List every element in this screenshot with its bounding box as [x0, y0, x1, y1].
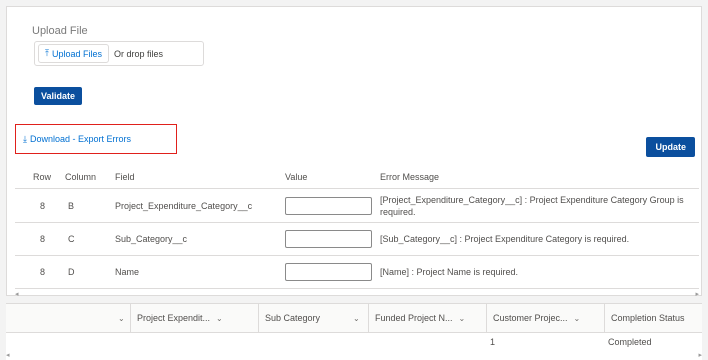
field-name: Sub_Category__c [115, 234, 188, 244]
chevron-down-icon[interactable]: ⌄ [106, 304, 125, 332]
row-number: 8 [40, 201, 46, 211]
error-table-header: Row Column Field Value Error Message [15, 165, 699, 189]
upload-files-button[interactable]: ⤒ Upload Files [38, 44, 110, 63]
scroll-left-icon[interactable]: ◂ [6, 351, 10, 359]
header-value: Value [285, 171, 308, 182]
download-icon: ⤓ [23, 133, 27, 144]
upload-file-label: Upload File [32, 25, 88, 37]
column-header-completion-status[interactable]: Completion Status [604, 304, 702, 332]
upload-icon: ⤒ [45, 48, 49, 58]
value-cell [285, 256, 372, 288]
column-header-label: Sub Category [265, 313, 321, 323]
error-message: [Sub_Category__c] : Project Expenditure … [380, 234, 630, 244]
table-row: 8 B Project_Expenditure_Category__c [Pro… [15, 190, 699, 223]
header-row: Row [33, 171, 52, 182]
value-cell [285, 190, 372, 222]
import-card: Upload File ⤒ Upload Files Or drop files… [6, 6, 702, 298]
column-letter: B [68, 201, 75, 211]
header-error-message: Error Message [380, 171, 440, 182]
column-letter: D [68, 267, 75, 277]
column-header-label: Project Expendit... [137, 313, 211, 323]
chevron-down-icon[interactable]: ⌄ [341, 304, 360, 332]
column-header-project-expenditure[interactable]: Project Expendit... ⌄ [130, 304, 258, 332]
chevron-down-icon[interactable]: ⌄ [459, 314, 466, 323]
row-number: 8 [40, 267, 46, 277]
value-cell [285, 223, 372, 255]
column-header-label: Completion Status [611, 313, 685, 323]
column-header-funded-project[interactable]: Funded Project N... ⌄ [368, 304, 486, 332]
table-row: 8 C Sub_Category__c [Sub_Category__c] : … [15, 223, 699, 256]
field-name: Project_Expenditure_Category__c [115, 201, 253, 211]
value-input[interactable] [285, 263, 372, 281]
chevron-down-icon[interactable]: ⌄ [574, 314, 581, 323]
customer-project-value: 1 [490, 337, 496, 347]
row-number: 8 [40, 234, 46, 244]
validate-button[interactable]: Validate [34, 87, 83, 105]
field-name: Name [115, 267, 140, 277]
file-dropzone[interactable]: ⤒ Upload Files Or drop files [34, 41, 204, 66]
column-header-customer-project[interactable]: Customer Projec... ⌄ [486, 304, 604, 332]
header-column: Column [65, 171, 97, 182]
chevron-down-icon[interactable]: ⌄ [216, 314, 223, 323]
data-grid-header: ⌄ Project Expendit... ⌄ Sub Category ⌄ F… [6, 303, 702, 333]
header-field: Field [115, 171, 135, 182]
scroll-right-icon[interactable]: ▸ [695, 290, 699, 298]
update-button[interactable]: Update [646, 137, 695, 157]
error-message: [Name] : Project Name is required. [380, 267, 519, 277]
completion-status-value: Completed [608, 337, 652, 347]
download-export-errors-link[interactable]: ⤓ Download - Export Errors [15, 124, 177, 154]
error-message: [Project_Expenditure_Category__c] : Proj… [380, 195, 684, 217]
drop-files-text: Or drop files [114, 48, 164, 59]
upload-files-label: Upload Files [51, 48, 103, 59]
column-header-label: Funded Project N... [375, 313, 453, 323]
download-export-errors-label: Download - Export Errors [29, 134, 132, 144]
value-input[interactable] [285, 230, 372, 248]
scroll-left-icon[interactable]: ◂ [15, 290, 19, 298]
value-input[interactable] [285, 197, 372, 215]
column-header-label: Customer Projec... [493, 313, 568, 323]
scroll-right-icon[interactable]: ▸ [698, 351, 702, 359]
table-row: 8 D Name [Name] : Project Name is requir… [15, 256, 699, 289]
grid-horizontal-scrollbar[interactable]: ◂ ▸ [6, 352, 702, 360]
horizontal-scrollbar[interactable]: ◂ ▸ [15, 290, 699, 300]
column-letter: C [68, 234, 75, 244]
